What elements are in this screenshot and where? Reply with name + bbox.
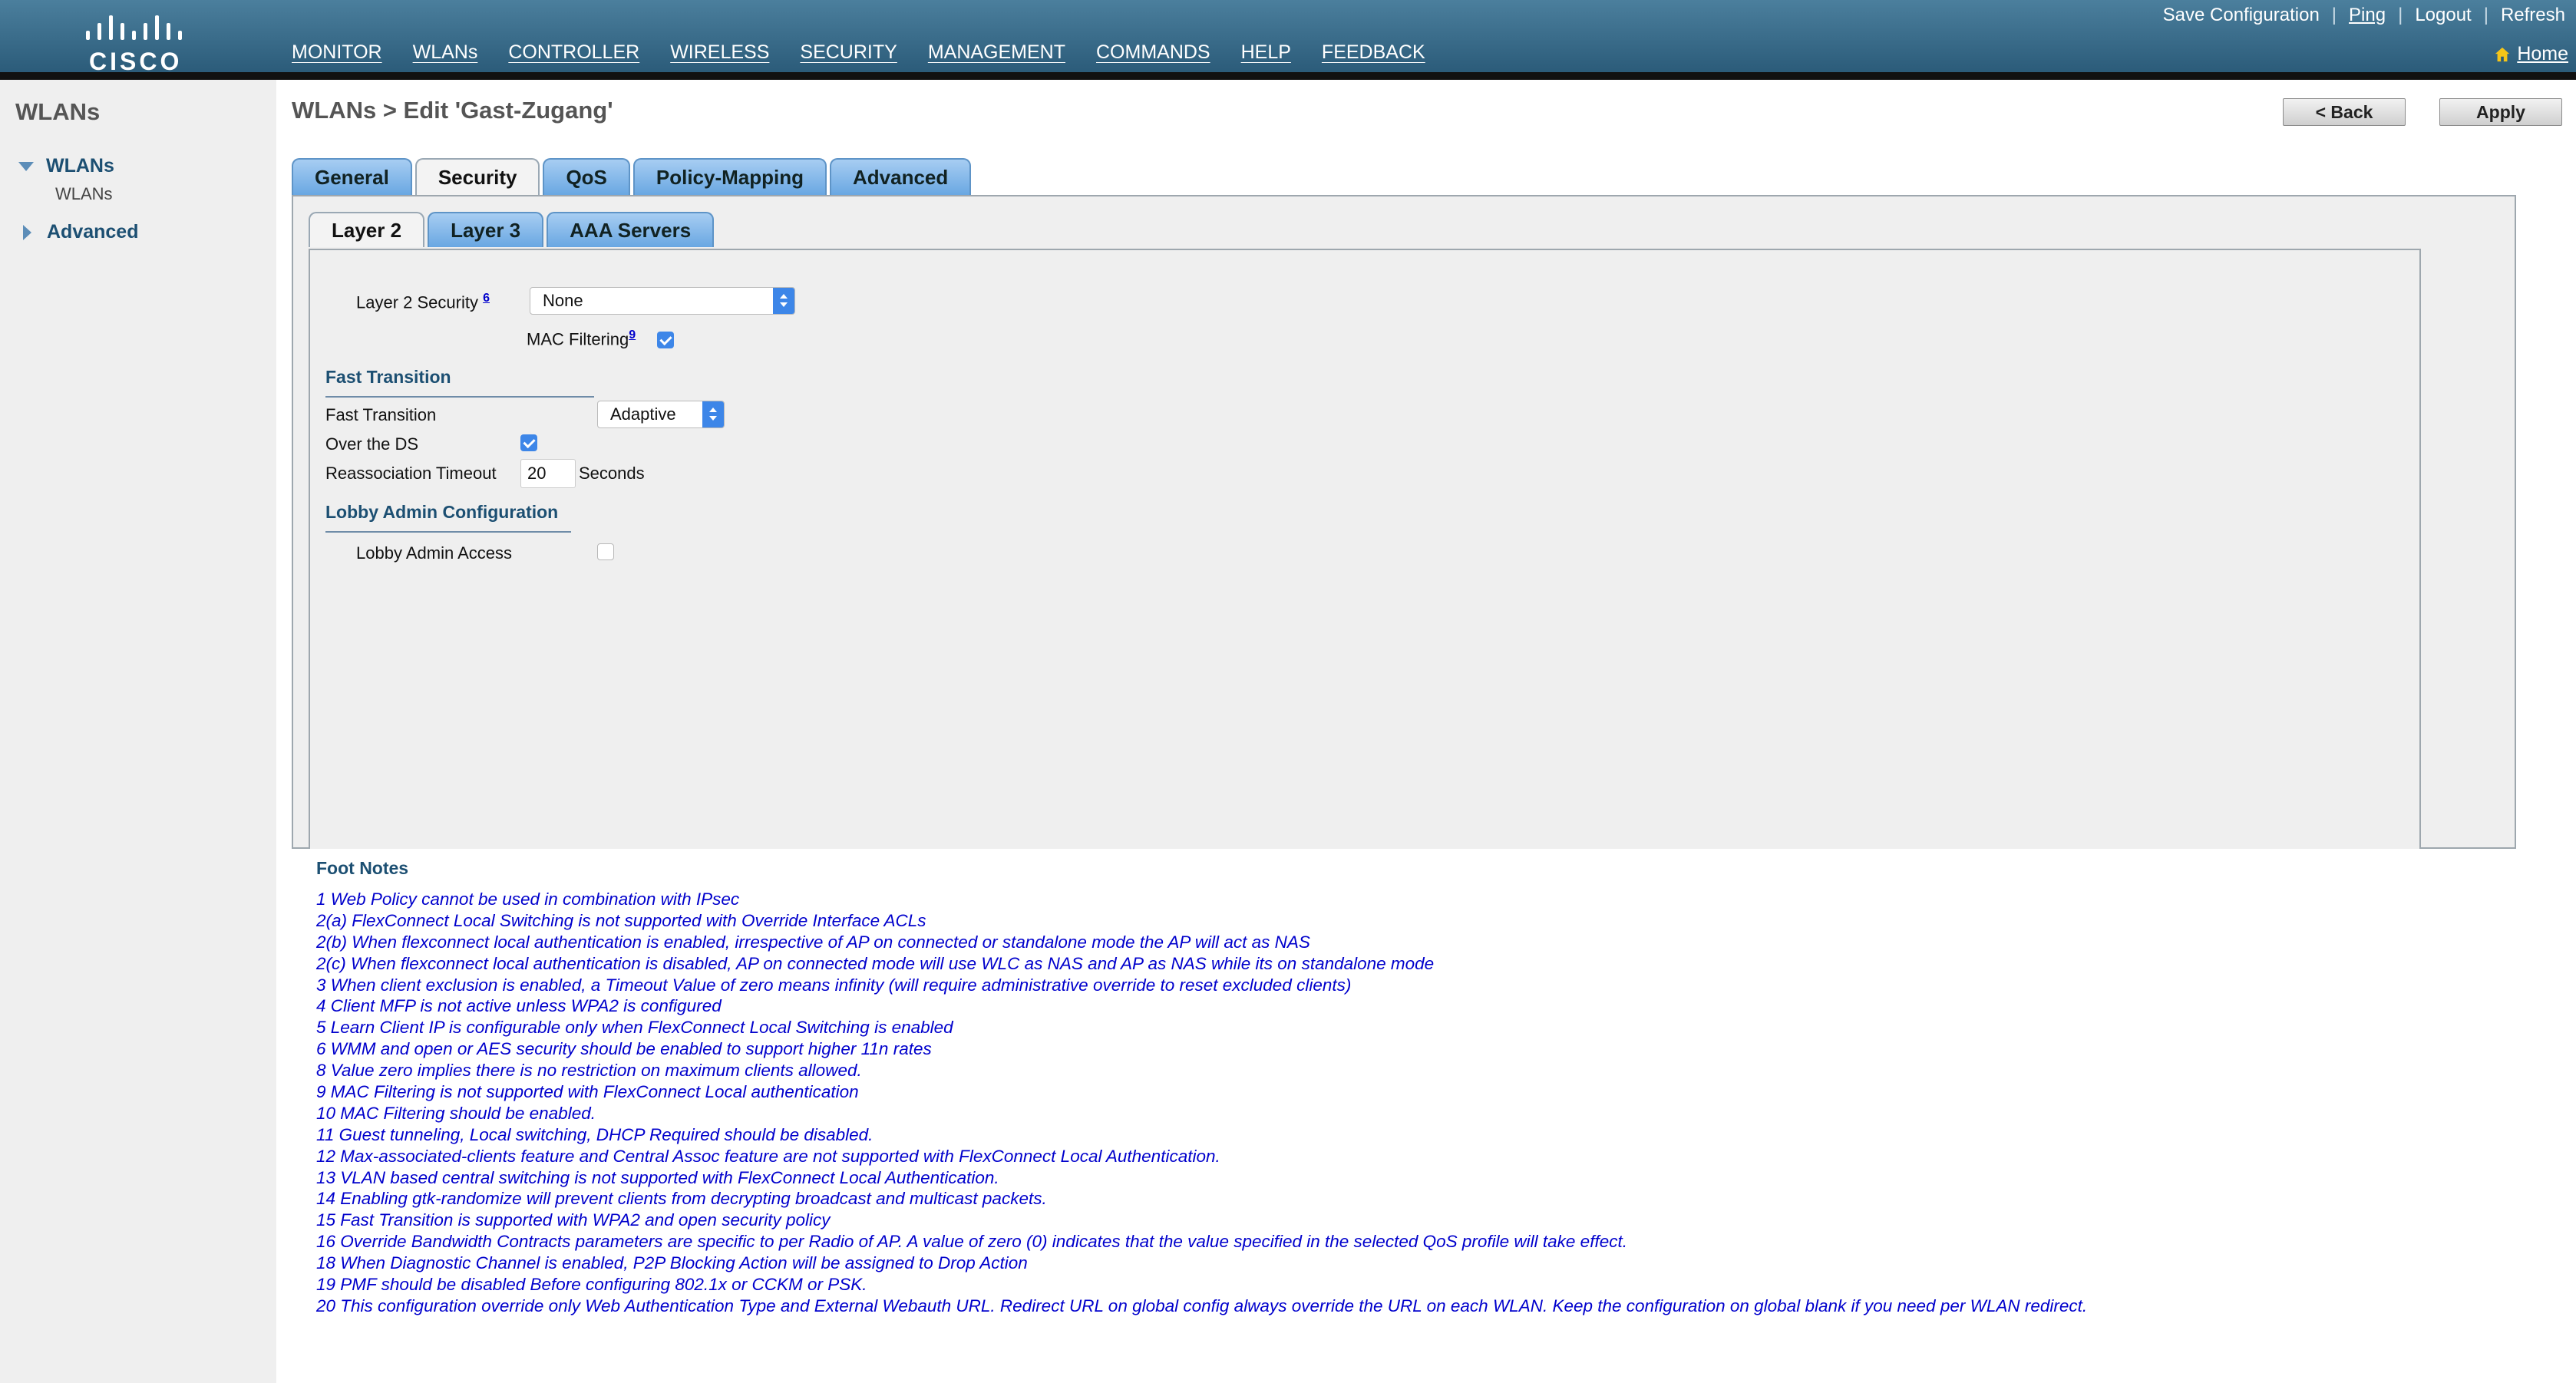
tab-security[interactable]: Security: [414, 158, 540, 195]
over-the-ds-checkbox[interactable]: [520, 434, 537, 451]
mac-filtering-label: MAC Filtering9: [527, 328, 636, 349]
foot-note: 9 MAC Filtering is not supported with Fl…: [316, 1082, 859, 1102]
nav-feedback[interactable]: FEEDBACK: [1322, 41, 1425, 64]
sidebar-item-label: Advanced: [47, 221, 139, 243]
seconds-unit-label: Seconds: [579, 464, 645, 483]
select-arrows-icon: [702, 401, 724, 427]
foot-note: 4 Client MFP is not active unless WPA2 i…: [316, 996, 722, 1016]
top-links: Save Configuration | Ping | Logout | Ref…: [2163, 5, 2565, 26]
foot-note: 13 VLAN based central switching is not s…: [316, 1167, 999, 1187]
tab-aaa-servers[interactable]: AAA Servers: [547, 212, 715, 247]
section-divider: [325, 396, 594, 398]
top-header: CISCO MONITOR WLANs CONTROLLER WIRELESS …: [0, 0, 2576, 78]
nav-monitor[interactable]: MONITOR: [292, 41, 382, 64]
tab-qos[interactable]: QoS: [543, 158, 630, 195]
foot-note: 2(a) FlexConnect Local Switching is not …: [316, 910, 926, 930]
cisco-logo-bars-icon: [86, 9, 186, 40]
foot-notes-list: 1 Web Policy cannot be used in combinati…: [316, 889, 2087, 1317]
home-label: Home: [2517, 43, 2568, 64]
foot-note: 6 WMM and open or AES security should be…: [316, 1039, 932, 1059]
foot-note: 8 Value zero implies there is no restric…: [316, 1061, 862, 1081]
apply-button[interactable]: Apply: [2439, 98, 2562, 126]
sidebar-subitem-wlans[interactable]: WLANs: [55, 184, 113, 204]
foot-note: 2(c) When flexconnect local authenticati…: [316, 953, 1435, 973]
sidebar-item-label: WLANs: [46, 155, 114, 177]
section-divider: [325, 531, 571, 533]
select-arrows-icon: [773, 288, 794, 314]
wlan-edit-tabs: General Security QoS Policy-Mapping Adva…: [292, 158, 974, 195]
tab-policy-mapping[interactable]: Policy-Mapping: [632, 158, 827, 195]
fast-transition-value: Adaptive: [610, 404, 676, 424]
reassociation-timeout-input[interactable]: 20: [520, 459, 576, 488]
separator: |: [2483, 5, 2488, 25]
collapsed-arrow-icon: [23, 224, 31, 240]
nav-wireless[interactable]: WIRELESS: [670, 41, 769, 64]
sidebar: WLANs WLANs WLANs Advanced: [0, 80, 276, 1383]
tab-advanced[interactable]: Advanced: [830, 158, 972, 195]
tab-general[interactable]: General: [292, 158, 412, 195]
header-divider: [0, 72, 2576, 80]
mac-filtering-checkbox[interactable]: [657, 332, 674, 348]
foot-note: 5 Learn Client IP is configurable only w…: [316, 1018, 953, 1038]
lobby-admin-access-checkbox[interactable]: [597, 543, 614, 560]
refresh-link[interactable]: Refresh: [2501, 5, 2565, 26]
over-the-ds-label: Over the DS: [325, 434, 419, 454]
layer2-security-label: Layer 2 Security 6: [356, 292, 490, 312]
tab-layer-3[interactable]: Layer 3: [428, 212, 544, 247]
sidebar-item-advanced[interactable]: Advanced: [18, 221, 138, 243]
foot-note: 14 Enabling gtk-randomize will prevent c…: [316, 1189, 1047, 1209]
nav-help[interactable]: HELP: [1241, 41, 1291, 64]
foot-note: 20 This configuration override only Web …: [316, 1296, 2088, 1315]
ping-link[interactable]: Ping: [2349, 5, 2386, 26]
expanded-arrow-icon: [18, 161, 34, 171]
foot-note: 15 Fast Transition is supported with WPA…: [316, 1210, 831, 1230]
cisco-logo: CISCO: [83, 9, 190, 75]
mac-filtering-text: MAC Filtering: [527, 329, 629, 349]
main-nav: MONITOR WLANs CONTROLLER WIRELESS SECURI…: [292, 41, 1456, 78]
foot-note: 16 Override Bandwidth Contracts paramete…: [316, 1232, 1627, 1252]
lobby-admin-heading: Lobby Admin Configuration: [325, 502, 559, 522]
nav-commands[interactable]: COMMANDS: [1096, 41, 1210, 64]
nav-security[interactable]: SECURITY: [800, 41, 897, 64]
layer2-security-select[interactable]: None: [530, 287, 795, 315]
home-link[interactable]: Home: [2494, 43, 2568, 65]
reassociation-timeout-label: Reassociation Timeout: [325, 464, 497, 483]
back-button[interactable]: < Back: [2283, 98, 2406, 126]
foot-note: 1 Web Policy cannot be used in combinati…: [316, 890, 740, 909]
foot-notes-title: Foot Notes: [316, 858, 409, 878]
nav-wlans[interactable]: WLANs: [412, 41, 477, 78]
foot-note: 3 When client exclusion is enabled, a Ti…: [316, 975, 1352, 995]
footnote-ref-link[interactable]: 6: [483, 292, 490, 305]
fast-transition-select[interactable]: Adaptive: [597, 401, 725, 428]
sidebar-item-wlans[interactable]: WLANs: [18, 155, 114, 177]
foot-note: 2(b) When flexconnect local authenticati…: [316, 932, 1310, 952]
layer2-security-value: None: [543, 291, 583, 310]
separator: |: [2331, 5, 2337, 25]
separator: |: [2398, 5, 2403, 25]
page-title: WLANs > Edit 'Gast-Zugang': [292, 97, 613, 124]
home-icon: [2495, 47, 2510, 61]
tab-layer-2[interactable]: Layer 2: [309, 212, 425, 247]
nav-controller[interactable]: CONTROLLER: [508, 41, 639, 64]
foot-note: 19 PMF should be disabled Before configu…: [316, 1275, 867, 1295]
layer2-security-text: Layer 2 Security: [356, 292, 478, 312]
fast-transition-label: Fast Transition: [325, 405, 437, 424]
nav-management[interactable]: MANAGEMENT: [928, 41, 1065, 64]
save-configuration-link[interactable]: Save Configuration: [2163, 5, 2320, 26]
foot-note: 12 Max-associated-clients feature and Ce…: [316, 1146, 1220, 1166]
lobby-admin-access-label: Lobby Admin Access: [356, 543, 513, 563]
fast-transition-heading: Fast Transition: [325, 367, 451, 387]
foot-note: 11 Guest tunneling, Local switching, DHC…: [316, 1124, 874, 1144]
security-subtabs: Layer 2 Layer 3 AAA Servers: [309, 212, 717, 247]
logout-link[interactable]: Logout: [2415, 5, 2471, 26]
foot-note: 10 MAC Filtering should be enabled.: [316, 1103, 596, 1123]
footnote-ref-link[interactable]: 9: [629, 328, 636, 342]
foot-note: 18 When Diagnostic Channel is enabled, P…: [316, 1253, 1028, 1273]
sidebar-title: WLANs: [15, 98, 101, 125]
